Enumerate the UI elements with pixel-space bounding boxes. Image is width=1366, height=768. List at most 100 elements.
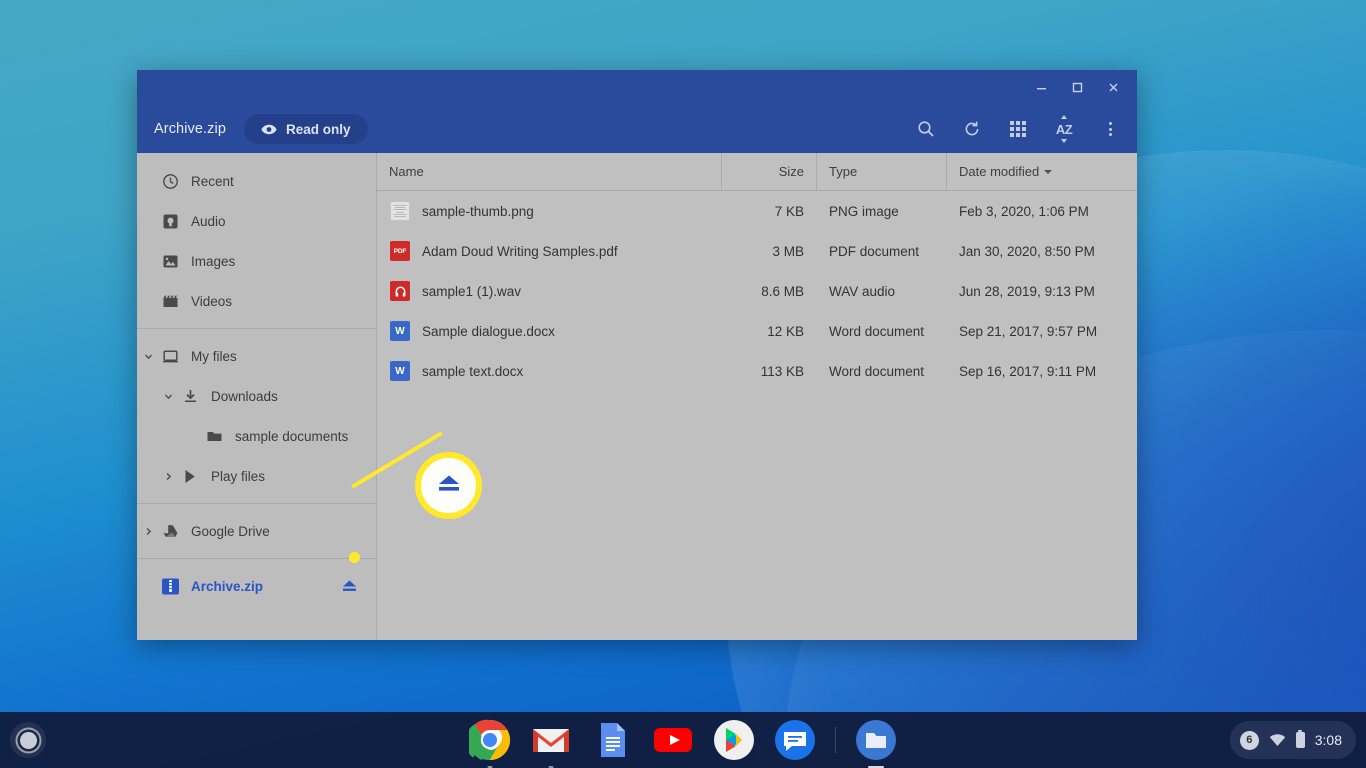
- files-app-icon[interactable]: [855, 719, 897, 768]
- messages-icon[interactable]: [774, 719, 816, 761]
- file-size: 7 KB: [774, 203, 804, 219]
- maximize-button[interactable]: [1059, 74, 1095, 102]
- sidebar-item-videos[interactable]: Videos: [137, 281, 376, 321]
- sidebar-item-recent[interactable]: Recent: [137, 161, 376, 201]
- sidebar-item-downloads[interactable]: Downloads: [137, 376, 376, 416]
- clock-icon: [159, 170, 181, 192]
- column-header-name[interactable]: Name: [377, 152, 722, 191]
- search-icon[interactable]: [913, 116, 939, 142]
- file-name-cell: PDF Adam Doud Writing Samples.pdf: [377, 241, 722, 261]
- sidebar-item-google-drive[interactable]: Google Drive: [137, 511, 376, 551]
- pdf-icon: PDF: [390, 241, 410, 261]
- app-toolbar: Archive.zip Read only AZ: [137, 105, 1137, 153]
- chrome-icon[interactable]: [464, 719, 511, 768]
- column-header-size[interactable]: Size: [722, 152, 817, 191]
- refresh-icon[interactable]: [959, 116, 985, 142]
- grid-view-icon[interactable]: [1005, 116, 1031, 142]
- image-icon: [159, 250, 181, 272]
- chevron-down-icon[interactable]: [137, 351, 159, 362]
- clock-time[interactable]: 3:08: [1315, 732, 1342, 748]
- column-header-date-modified[interactable]: Date modified: [947, 153, 1137, 191]
- chevron-right-icon[interactable]: [157, 471, 179, 482]
- file-list-header: Name Size Type Date modified: [377, 152, 1137, 191]
- sidebar-divider: [137, 328, 376, 329]
- eject-icon[interactable]: [341, 579, 358, 593]
- sidebar-item-label: Google Drive: [191, 523, 270, 539]
- file-name: Adam Doud Writing Samples.pdf: [422, 243, 618, 259]
- minimize-button[interactable]: [1023, 74, 1059, 102]
- window-body: Recent Audio Images Videos My files Down…: [137, 152, 1137, 640]
- notification-badge[interactable]: 6: [1239, 730, 1259, 750]
- youtube-icon[interactable]: [652, 719, 694, 761]
- sidebar: Recent Audio Images Videos My files Down…: [137, 153, 377, 640]
- archive-title: Archive.zip: [154, 121, 227, 137]
- read-only-badge[interactable]: Read only: [244, 114, 368, 144]
- read-only-label: Read only: [286, 121, 351, 137]
- google-drive-icon: [159, 520, 181, 542]
- table-row[interactable]: sample1 (1).wav 8.6 MB WAV audio Jun 28,…: [377, 271, 1137, 311]
- file-size: 12 KB: [767, 323, 804, 339]
- folder-icon: [203, 425, 225, 447]
- wifi-icon[interactable]: [1269, 733, 1286, 747]
- file-name-cell: W Sample dialogue.docx: [377, 321, 722, 341]
- file-name: sample-thumb.png: [422, 203, 534, 219]
- file-size: 113 KB: [760, 363, 804, 379]
- word-doc-icon: W: [390, 321, 410, 341]
- eye-icon: [261, 124, 277, 135]
- sidebar-item-my-files[interactable]: My files: [137, 336, 376, 376]
- column-header-date-label: Date modified: [959, 164, 1040, 179]
- table-row[interactable]: PDF Adam Doud Writing Samples.pdf 3 MB P…: [377, 231, 1137, 271]
- sidebar-divider: [137, 503, 376, 504]
- sidebar-item-audio[interactable]: Audio: [137, 201, 376, 241]
- google-docs-icon[interactable]: [591, 719, 633, 761]
- table-row[interactable]: W Sample dialogue.docx 12 KB Word docume…: [377, 311, 1137, 351]
- file-size: 3 MB: [772, 243, 804, 259]
- launcher-icon[interactable]: [10, 722, 46, 758]
- sidebar-item-label: My files: [191, 348, 237, 364]
- download-icon: [179, 385, 201, 407]
- computer-icon: [159, 345, 181, 367]
- sidebar-item-label: Videos: [191, 293, 233, 309]
- callout-anchor-dot: [349, 552, 360, 563]
- file-date-modified: Feb 3, 2020, 1:06 PM: [959, 203, 1089, 219]
- system-tray[interactable]: 6 3:08: [1229, 721, 1356, 759]
- file-type: Word document: [829, 363, 925, 379]
- sidebar-item-label: sample documents: [235, 428, 349, 444]
- file-date-modified: Sep 21, 2017, 9:57 PM: [959, 323, 1098, 339]
- sidebar-item-play-files[interactable]: Play files: [137, 456, 376, 496]
- sidebar-item-label: Downloads: [211, 388, 278, 404]
- close-button[interactable]: [1095, 74, 1131, 102]
- file-name-cell: sample-thumb.png: [377, 201, 722, 221]
- sidebar-item-label: Images: [191, 253, 236, 269]
- table-row[interactable]: sample-thumb.png 7 KB PNG image Feb 3, 2…: [377, 191, 1137, 231]
- sort-az-icon[interactable]: AZ: [1051, 116, 1077, 142]
- sidebar-divider: [137, 558, 376, 559]
- table-row[interactable]: W sample text.docx 113 KB Word document …: [377, 351, 1137, 391]
- sidebar-item-archive-zip[interactable]: Archive.zip: [137, 566, 376, 606]
- sidebar-item-label: Recent: [191, 173, 234, 189]
- file-date-modified: Jun 28, 2019, 9:13 PM: [959, 283, 1095, 299]
- more-menu-icon[interactable]: [1097, 116, 1123, 142]
- battery-icon[interactable]: [1295, 732, 1305, 748]
- sidebar-item-label: Archive.zip: [191, 578, 264, 594]
- zip-icon: [159, 575, 181, 597]
- toolbar-actions: AZ: [913, 116, 1123, 142]
- play-store-icon: [179, 465, 201, 487]
- file-type: PNG image: [829, 203, 899, 219]
- gmail-icon[interactable]: [530, 719, 572, 768]
- chevron-down-icon[interactable]: [157, 391, 179, 402]
- file-type: PDF document: [829, 243, 920, 259]
- column-header-type[interactable]: Type: [817, 152, 947, 191]
- sidebar-item-images[interactable]: Images: [137, 241, 376, 281]
- chevron-right-icon[interactable]: [137, 526, 159, 537]
- callout-magnifier: [415, 452, 482, 519]
- sidebar-item-sample-documents[interactable]: sample documents: [137, 416, 376, 456]
- video-icon: [159, 290, 181, 312]
- play-store-icon[interactable]: [713, 719, 755, 761]
- file-type: WAV audio: [829, 283, 896, 299]
- eject-icon: [436, 473, 462, 499]
- file-list: Name Size Type Date modified sample-thum…: [377, 152, 1137, 640]
- sort-descending-icon: [1044, 169, 1053, 174]
- file-date-modified: Sep 16, 2017, 9:11 PM: [959, 363, 1097, 379]
- sidebar-item-label: Play files: [211, 468, 266, 484]
